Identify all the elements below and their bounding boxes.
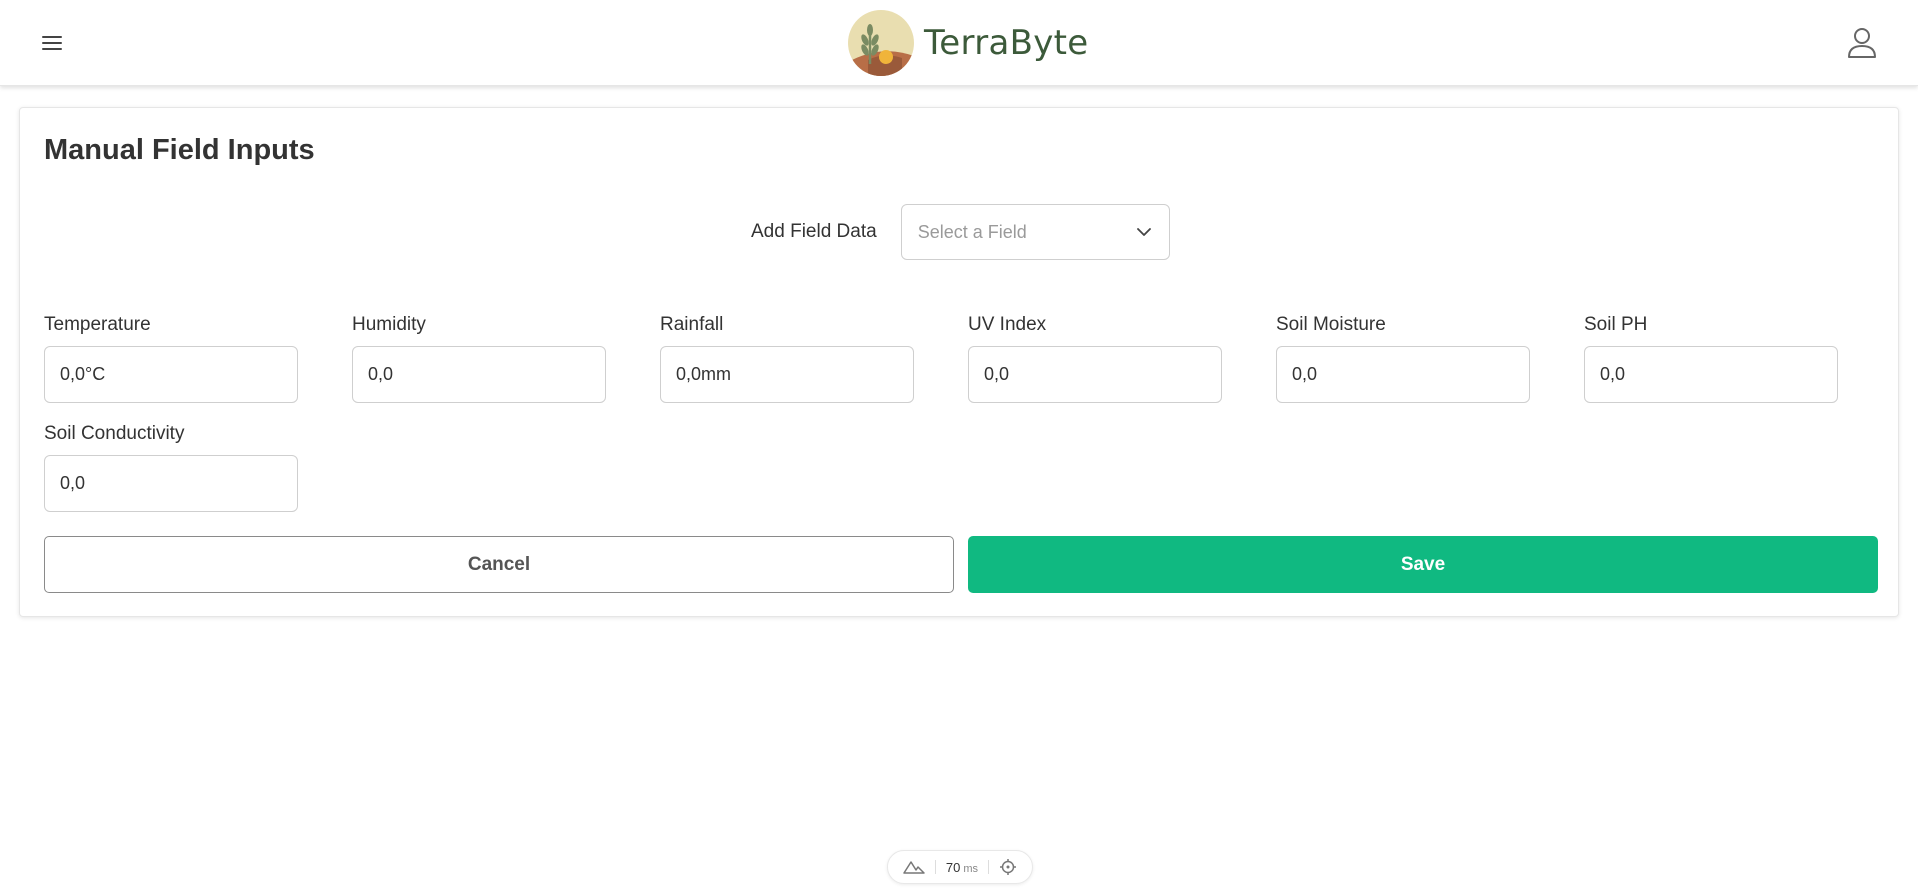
divider (934, 860, 936, 874)
humidity-label: Humidity (352, 314, 426, 335)
temperature-label: Temperature (44, 314, 151, 335)
chevron-down-icon (1136, 228, 1151, 236)
crosshair-icon[interactable] (999, 858, 1017, 876)
field-select-placeholder: Select a Field (917, 221, 1027, 242)
save-button[interactable]: Save (968, 536, 1878, 593)
rainfall-input[interactable]: 0,0mm (660, 346, 914, 403)
field-select-label: Add Field Data (751, 221, 877, 242)
soil-ph-input[interactable]: 0,0 (1584, 346, 1838, 403)
timing-value: 70 (945, 859, 961, 875)
page-title: Manual Field Inputs (44, 134, 315, 166)
humidity-input[interactable]: 0,0 (352, 346, 606, 403)
temperature-group: Temperature 0,0°C (44, 314, 298, 403)
mountain-logo-icon[interactable] (903, 859, 925, 875)
app-name: TerraByte (924, 23, 1089, 63)
rainfall-label: Rainfall (660, 314, 724, 335)
divider (988, 860, 990, 874)
timing-unit: ms (963, 862, 979, 875)
uv-index-input[interactable]: 0,0 (968, 346, 1222, 403)
soil-moisture-group: Soil Moisture 0,0 (1276, 314, 1530, 403)
temperature-input[interactable]: 0,0°C (44, 346, 298, 403)
field-select-dropdown[interactable]: Select a Field (900, 204, 1170, 260)
top-header: TerraByte (0, 0, 1918, 86)
uv-index-group: UV Index 0,0 (968, 314, 1222, 403)
wheat-logo-icon (848, 10, 914, 76)
uv-index-label: UV Index (968, 314, 1047, 335)
dev-toolbar: 70 ms (887, 850, 1033, 884)
app-logo[interactable]: TerraByte (848, 9, 1089, 77)
soil-conductivity-input[interactable]: 0,0 (44, 455, 298, 512)
manual-inputs-card: Manual Field Inputs Add Field Data Selec… (19, 107, 1899, 617)
cancel-button[interactable]: Cancel (44, 536, 954, 593)
timing-readout: 70 ms (946, 860, 978, 875)
soil-ph-group: Soil PH 0,0 (1584, 314, 1838, 403)
field-select-row: Add Field Data Select a Field (751, 204, 1170, 260)
rainfall-group: Rainfall 0,0mm (660, 314, 914, 403)
soil-conductivity-group: Soil Conductivity 0,0 (44, 423, 298, 512)
soil-moisture-input[interactable]: 0,0 (1276, 346, 1530, 403)
humidity-group: Humidity 0,0 (352, 314, 606, 403)
soil-moisture-label: Soil Moisture (1276, 314, 1386, 335)
hamburger-menu-icon[interactable] (38, 29, 66, 57)
user-profile-icon[interactable] (1844, 24, 1880, 60)
soil-conductivity-label: Soil Conductivity (44, 423, 185, 444)
soil-ph-label: Soil PH (1584, 314, 1648, 335)
